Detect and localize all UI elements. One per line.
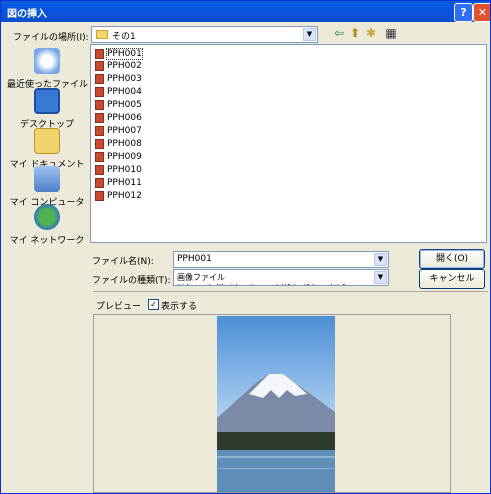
- image-file-icon: [95, 126, 104, 136]
- list-item[interactable]: PPH003: [95, 74, 142, 86]
- image-file-icon: [95, 74, 104, 84]
- chevron-down-icon[interactable]: ▼: [303, 28, 316, 41]
- lookin-label: ファイルの場所(I):: [13, 33, 89, 43]
- list-item[interactable]: PPH002: [95, 61, 142, 73]
- image-file-icon: [95, 165, 104, 175]
- image-file-icon: [95, 178, 104, 188]
- close-button[interactable]: ✕: [473, 3, 490, 22]
- place-computer[interactable]: マイ コンピュータ: [7, 166, 87, 208]
- new-folder-icon[interactable]: ✱: [364, 26, 378, 40]
- image-file-icon: [95, 152, 104, 162]
- back-icon[interactable]: ⇦: [332, 26, 346, 40]
- views-menu-icon[interactable]: ▦: [381, 26, 401, 40]
- list-item[interactable]: PPH007: [95, 126, 142, 138]
- desktop-icon: [34, 88, 60, 114]
- my-documents-icon: [34, 128, 60, 154]
- preview-checkbox-label: 表示する: [161, 302, 198, 312]
- list-item[interactable]: PPH008: [95, 139, 142, 151]
- place-network-label: マイ ネットワーク: [9, 236, 85, 246]
- image-file-icon: [95, 139, 104, 149]
- preview-pane: [93, 314, 451, 493]
- list-item[interactable]: PPH004: [95, 87, 142, 99]
- title-bar[interactable]: 図の挿入 ? ✕: [1, 1, 490, 22]
- preview-label: プレビュー: [96, 302, 142, 312]
- insert-picture-dialog: 図の挿入 ? ✕ ファイルの場所(I): その1 ▼ ⇦ ⬆ ✱ ▦ 最近使った…: [0, 0, 491, 494]
- filetype-value: 画像ファイル (*.bmp;*.dib;*.jpg;*.png;*.tif;*.…: [177, 273, 350, 285]
- cancel-button[interactable]: キャンセル: [419, 269, 485, 289]
- lookin-dropdown[interactable]: その1 ▼: [91, 26, 318, 43]
- image-file-icon: [95, 87, 104, 97]
- filename-input[interactable]: PPH001 ▼: [173, 251, 389, 268]
- divider: [93, 291, 488, 292]
- list-item[interactable]: PPH009: [95, 152, 142, 164]
- place-documents[interactable]: マイ ドキュメント: [7, 128, 87, 170]
- open-button[interactable]: 開く(O): [419, 249, 485, 269]
- file-list[interactable]: PPH001 PPH002 PPH003 PPH004 PPH005 PPH00…: [90, 44, 487, 243]
- list-item[interactable]: PPH005: [95, 100, 142, 112]
- list-item[interactable]: PPH001: [95, 48, 143, 61]
- list-item[interactable]: PPH011: [95, 178, 142, 190]
- list-item[interactable]: PPH010: [95, 165, 142, 177]
- image-file-icon: [95, 191, 104, 201]
- list-item[interactable]: PPH006: [95, 113, 142, 125]
- up-folder-icon[interactable]: ⬆: [348, 26, 362, 40]
- filetype-label: ファイルの種類(T):: [92, 276, 171, 286]
- image-file-icon: [95, 61, 104, 71]
- image-file-icon: [95, 100, 104, 110]
- list-item[interactable]: PPH012: [95, 191, 142, 203]
- filename-value: PPH001: [177, 254, 212, 264]
- filename-label: ファイル名(N):: [92, 257, 154, 267]
- image-file-icon: [95, 49, 104, 59]
- window-title: 図の挿入: [7, 9, 47, 20]
- preview-image: [217, 316, 335, 492]
- preview-checkbox[interactable]: ✓: [148, 299, 159, 310]
- place-recent[interactable]: 最近使ったファイル: [7, 48, 88, 90]
- filetype-dropdown[interactable]: 画像ファイル (*.bmp;*.dib;*.jpg;*.png;*.tif;*.…: [173, 269, 389, 286]
- place-network[interactable]: マイ ネットワーク: [7, 204, 87, 246]
- place-desktop[interactable]: デスクトップ: [7, 88, 87, 130]
- my-computer-icon: [34, 166, 60, 192]
- my-network-icon: [34, 204, 60, 230]
- lookin-value: その1: [112, 32, 136, 42]
- folder-icon: [96, 30, 108, 39]
- help-button[interactable]: ?: [454, 3, 473, 22]
- chevron-down-icon[interactable]: ▼: [374, 253, 387, 266]
- chevron-down-icon[interactable]: ▼: [374, 271, 387, 284]
- image-file-icon: [95, 113, 104, 123]
- recent-files-icon: [34, 48, 60, 74]
